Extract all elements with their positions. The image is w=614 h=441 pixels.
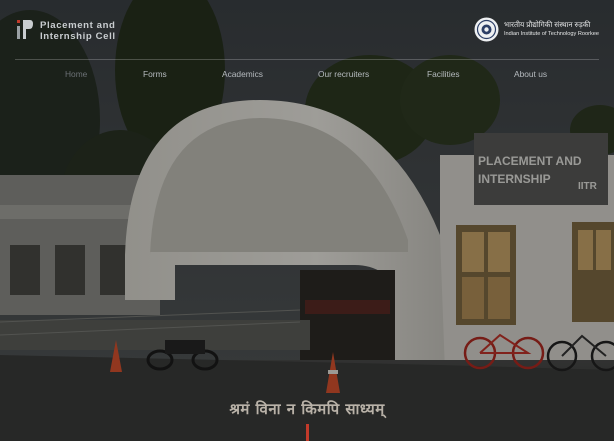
pic-logo-icon <box>17 20 33 40</box>
main-nav: Home Forms Academics Our recruiters Faci… <box>0 69 614 81</box>
nav-about-us[interactable]: About us <box>514 69 547 79</box>
header-divider <box>15 59 599 60</box>
iitr-seal-icon <box>474 17 499 42</box>
institute-hindi: भारतीय प्रौद्योगिकी संस्थान रुड़की <box>503 20 591 29</box>
motto-text: श्रमं विना न किमपि साध्यम् <box>229 400 385 418</box>
brand-line2: Internship Cell <box>40 31 116 42</box>
sign-logo: IITR <box>578 181 598 192</box>
sign-line2: INTERNSHIP <box>478 172 551 186</box>
nav-academics[interactable]: Academics <box>222 69 263 79</box>
nav-forms[interactable]: Forms <box>143 69 167 79</box>
nav-our-recruiters[interactable]: Our recruiters <box>318 69 369 79</box>
brand-line1: Placement and <box>40 20 116 31</box>
nav-home[interactable]: Home <box>65 69 87 79</box>
pic-logo[interactable]: Placement and Internship Cell <box>17 20 116 42</box>
sign-line1: PLACEMENT AND <box>478 154 582 168</box>
hero-background: PLACEMENT AND INTERNSHIP IITR <box>0 0 614 441</box>
scroll-indicator[interactable] <box>306 424 309 441</box>
iitr-logo[interactable]: भारतीय प्रौद्योगिकी संस्थान रुड़की India… <box>474 17 599 42</box>
institute-english: Indian Institute of Technology Roorkee <box>503 31 599 37</box>
nav-facilities[interactable]: Facilities <box>427 69 460 79</box>
building-photo: PLACEMENT AND INTERNSHIP IITR <box>0 0 614 441</box>
